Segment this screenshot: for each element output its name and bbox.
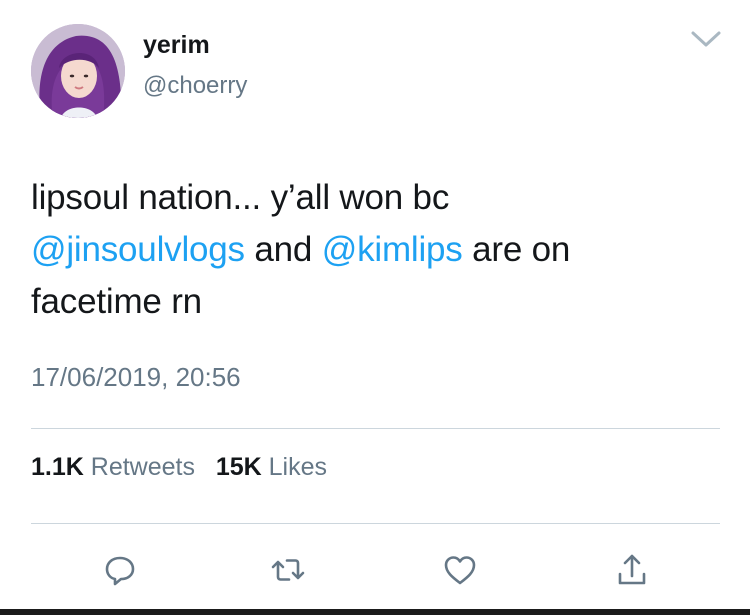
bottom-edge-bar xyxy=(0,609,750,615)
divider xyxy=(31,428,720,429)
tweet-detail: yerim @choerry lipsoul nation... y’all w… xyxy=(0,0,750,615)
likes-label: Likes xyxy=(268,453,328,481)
tweet-text-line: facetime rn xyxy=(31,282,202,321)
heart-icon xyxy=(444,556,476,585)
tweet-text: lipsoul nation... y’all won bc @jinsoulv… xyxy=(31,172,721,328)
retweet-icon xyxy=(271,559,305,581)
retweets-count: 1.1K xyxy=(31,453,84,481)
tweet-text-fragment: are on xyxy=(462,230,571,269)
tweet-text-fragment: and xyxy=(244,230,322,269)
retweets-stat[interactable]: 1.1K Retweets xyxy=(31,453,195,481)
mention-link-kimlips[interactable]: @kimlips xyxy=(322,230,463,269)
like-button[interactable] xyxy=(440,550,480,590)
reply-button[interactable] xyxy=(100,550,140,590)
reply-icon xyxy=(105,556,135,586)
likes-stat[interactable]: 15K Likes xyxy=(216,453,327,481)
tweet-stats: 1.1K Retweets 15K Likes xyxy=(31,453,327,482)
avatar[interactable] xyxy=(31,24,125,118)
tweet-timestamp[interactable]: 17/06/2019, 20:56 xyxy=(31,362,241,393)
chevron-down-icon[interactable] xyxy=(690,28,722,50)
retweet-button[interactable] xyxy=(268,550,308,590)
display-name[interactable]: yerim xyxy=(143,31,210,60)
mention-link-jinsoulvlogs[interactable]: @jinsoulvlogs xyxy=(31,230,245,269)
likes-count: 15K xyxy=(215,453,262,481)
share-icon xyxy=(618,554,646,585)
user-handle[interactable]: @choerry xyxy=(143,72,247,100)
divider xyxy=(31,523,720,524)
retweets-label: Retweets xyxy=(90,453,195,481)
share-button[interactable] xyxy=(612,550,652,590)
avatar-photo-icon xyxy=(31,24,125,118)
tweet-text-line: lipsoul nation... y’all won bc xyxy=(31,178,450,217)
